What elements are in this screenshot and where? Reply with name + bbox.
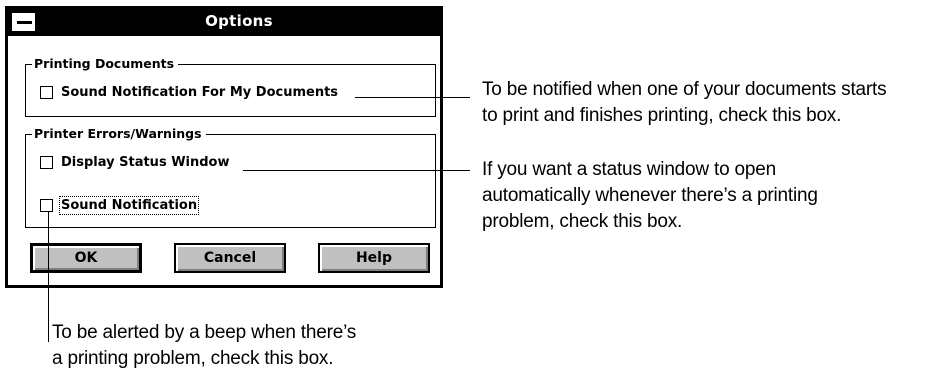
checkbox-label: Sound Notification [58, 196, 200, 215]
checkbox-box[interactable] [40, 156, 53, 169]
callout-text: to print and finishes printing, check th… [482, 105, 842, 126]
callout-text: automatically whenever there’s a printin… [482, 185, 818, 206]
callout-text: If you want a status window to open [482, 159, 777, 180]
help-button[interactable]: Help [318, 243, 430, 273]
ok-button[interactable]: OK [30, 243, 142, 273]
sound-notification-checkbox[interactable]: Sound Notification [40, 196, 200, 215]
checkbox-box[interactable] [40, 199, 53, 212]
cancel-button[interactable]: Cancel [174, 243, 286, 273]
options-dialog: Options Printing Documents Sound Notific… [5, 6, 443, 288]
callout-line-display-status [243, 170, 470, 171]
callout-display-status: If you want a status window to open auto… [482, 157, 818, 235]
callout-text: To be notified when one of your document… [482, 79, 887, 100]
callout-text: To be alerted by a beep when there’s [52, 322, 357, 343]
checkbox-box[interactable] [40, 86, 53, 99]
callout-line-sound [48, 212, 49, 342]
callout-text: problem, check this box. [482, 211, 683, 232]
dialog-title: Options [205, 12, 273, 30]
title-bar: Options [8, 9, 440, 36]
sound-notification-documents-checkbox[interactable]: Sound Notification For My Documents [40, 85, 338, 100]
callout-sound: To be alerted by a beep when there’s a p… [52, 320, 356, 372]
callout-text: a printing problem, check this box. [52, 348, 334, 369]
checkbox-label: Display Status Window [61, 155, 230, 170]
callout-line-sound-docs [355, 97, 470, 98]
system-menu-icon[interactable] [11, 12, 36, 32]
checkbox-label: Sound Notification For My Documents [61, 85, 339, 100]
display-status-window-checkbox[interactable]: Display Status Window [40, 155, 230, 170]
printing-documents-group: Printing Documents Sound Notification Fo… [25, 56, 436, 117]
printer-errors-group: Printer Errors/Warnings Display Status W… [25, 126, 436, 228]
callout-sound-docs: To be notified when one of your document… [482, 77, 887, 129]
group-label-errors: Printer Errors/Warnings [32, 126, 206, 142]
group-label-printing: Printing Documents [32, 56, 179, 72]
